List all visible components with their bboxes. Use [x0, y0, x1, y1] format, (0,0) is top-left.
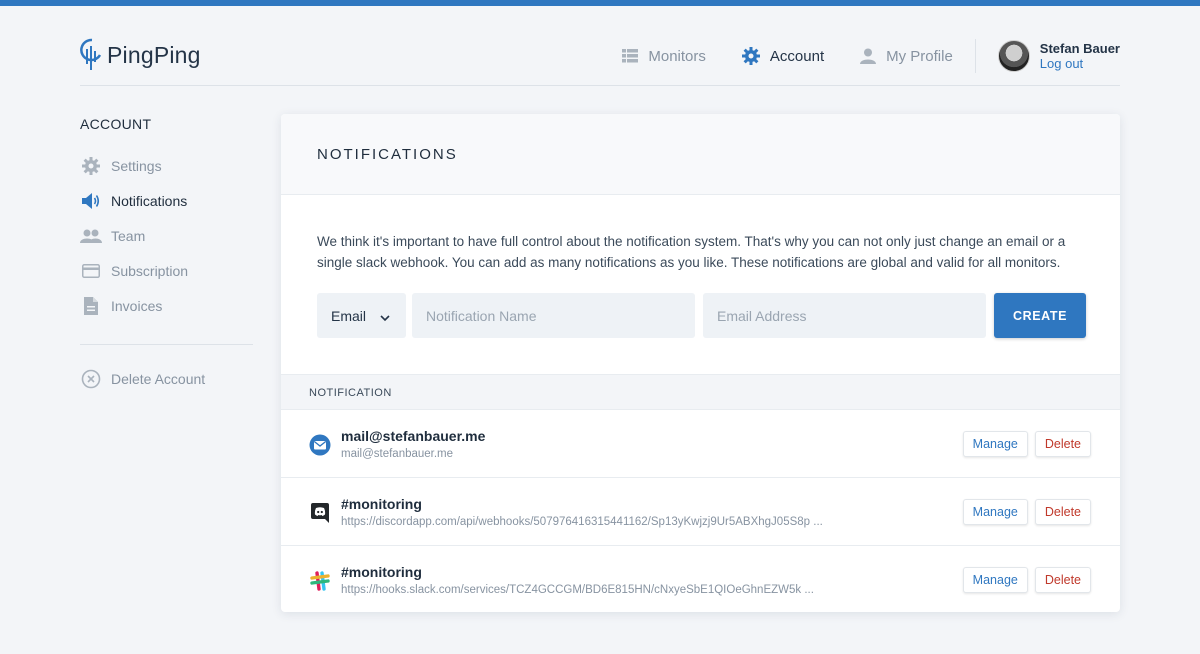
email-address-input[interactable]	[703, 293, 986, 338]
notification-title: mail@stefanbauer.me	[341, 428, 486, 444]
header: PingPing Monitors Account My Profile Ste…	[80, 6, 1120, 86]
document-icon	[80, 296, 102, 315]
notifications-card: NOTIFICATIONS We think it's important to…	[281, 114, 1120, 612]
nav-monitors-label: Monitors	[648, 47, 706, 65]
sidebar-divider	[80, 344, 253, 345]
list-icon	[622, 49, 639, 63]
sidebar-item-invoices[interactable]: Invoices	[80, 288, 253, 323]
notification-target: https://discordapp.com/api/webhooks/5079…	[341, 516, 823, 528]
team-icon	[80, 229, 102, 243]
main-nav: Monitors Account My Profile Stefan Bauer…	[622, 34, 1120, 78]
sidebar-title: ACCOUNT	[80, 116, 152, 132]
speaker-icon	[80, 192, 102, 209]
sidebar-item-label: Subscription	[111, 262, 189, 279]
user-icon	[860, 48, 877, 64]
nav-monitors[interactable]: Monitors	[622, 48, 706, 65]
create-notification-form: Email CREATE	[317, 293, 1086, 338]
description-text: We think it's important to have full con…	[317, 234, 1066, 270]
notification-title: #monitoring	[341, 496, 422, 512]
sidebar-item-label: Invoices	[111, 297, 163, 314]
logo[interactable]: PingPing	[80, 38, 201, 72]
chevron-down-icon	[380, 309, 390, 325]
delete-account-label: Delete Account	[111, 370, 206, 387]
notification-title: #monitoring	[341, 564, 422, 580]
table-header: NOTIFICATION	[281, 374, 1120, 410]
sidebar-item-notifications[interactable]: Notifications	[80, 183, 253, 218]
delete-button[interactable]: Delete	[1034, 431, 1091, 457]
card-icon	[80, 263, 102, 278]
nav-account-label: Account	[769, 47, 825, 65]
discord-icon	[309, 502, 331, 524]
nav-divider	[974, 39, 976, 73]
notification-type-select[interactable]: Email	[317, 293, 406, 338]
manage-button[interactable]: Manage	[962, 499, 1028, 525]
notification-name-input[interactable]	[412, 293, 695, 338]
email-icon	[309, 434, 331, 456]
sidebar-item-label: Team	[111, 227, 146, 244]
delete-account-link[interactable]: Delete Account	[80, 361, 253, 396]
gear-icon	[80, 156, 102, 175]
slack-icon	[309, 570, 331, 592]
notification-target: mail@stefanbauer.me	[341, 448, 454, 460]
sidebar-item-settings[interactable]: Settings	[80, 148, 253, 183]
create-button[interactable]: CREATE	[994, 293, 1086, 338]
brand-name: PingPing	[107, 41, 201, 68]
delete-button[interactable]: Delete	[1034, 567, 1091, 593]
sidebar-item-team[interactable]: Team	[80, 218, 253, 253]
sidebar-item-label: Settings	[111, 157, 162, 174]
close-circle-icon	[80, 369, 102, 389]
nav-my-profile[interactable]: My Profile	[860, 48, 953, 65]
page-title: NOTIFICATIONS	[317, 146, 458, 163]
gear-icon	[741, 47, 760, 65]
sidebar-item-subscription[interactable]: Subscription	[80, 253, 253, 288]
table-row: mail@stefanbauer.me mail@stefanbauer.me …	[281, 410, 1120, 478]
pingping-logo-icon	[80, 38, 102, 70]
manage-button[interactable]: Manage	[962, 431, 1028, 457]
table-row: #monitoring https://discordapp.com/api/w…	[281, 478, 1120, 546]
manage-button[interactable]: Manage	[962, 567, 1028, 593]
notification-target: https://hooks.slack.com/services/TCZ4GCC…	[341, 584, 814, 596]
avatar[interactable]	[997, 40, 1030, 72]
notification-list: mail@stefanbauer.me mail@stefanbauer.me …	[281, 410, 1120, 612]
logout-link[interactable]: Log out	[1040, 56, 1120, 71]
notification-type-value: Email	[331, 307, 367, 324]
nav-account[interactable]: Account	[741, 47, 825, 65]
table-row: #monitoring https://hooks.slack.com/serv…	[281, 546, 1120, 612]
sidebar-item-label: Notifications	[111, 192, 188, 209]
sidebar: ACCOUNT Settings Notifications Team Subs…	[80, 116, 253, 396]
user-menu: Stefan Bauer Log out	[997, 40, 1120, 72]
card-header: NOTIFICATIONS	[281, 114, 1120, 195]
user-name: Stefan Bauer	[1039, 41, 1120, 56]
delete-button[interactable]: Delete	[1034, 499, 1091, 525]
nav-my-profile-label: My Profile	[886, 47, 953, 65]
